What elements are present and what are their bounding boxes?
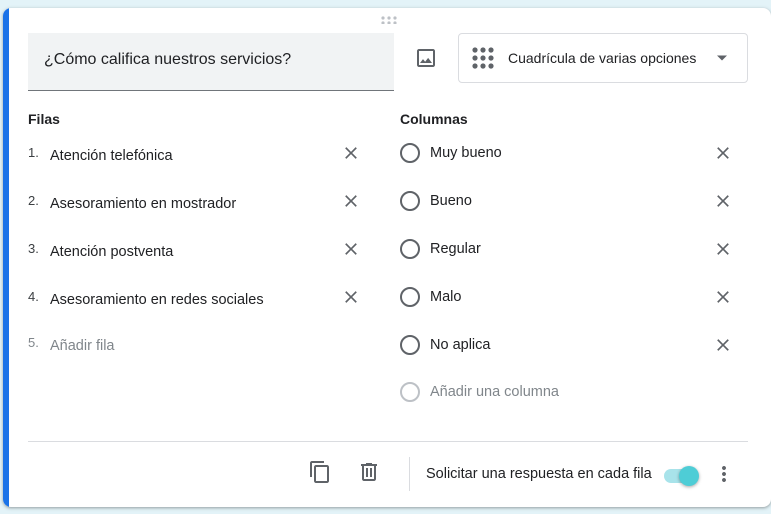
question-card: ¿Cómo califica nuestros servicios? Cuadr…: [3, 8, 771, 507]
column-item[interactable]: No aplica: [399, 334, 744, 358]
question-title-input[interactable]: ¿Cómo califica nuestros servicios?: [28, 33, 394, 91]
add-row-input[interactable]: Añadir fila: [50, 338, 114, 354]
column-item[interactable]: Regular: [399, 238, 744, 262]
grid-dots-icon: [472, 47, 494, 69]
column-label[interactable]: No aplica: [430, 337, 490, 353]
rows-heading: Filas: [28, 111, 60, 127]
row-item[interactable]: 3. Atención postventa: [28, 241, 368, 265]
row-number: 3.: [28, 241, 39, 256]
close-icon[interactable]: [713, 335, 733, 355]
close-icon[interactable]: [713, 143, 733, 163]
column-label[interactable]: Muy bueno: [430, 145, 502, 161]
drag-handle-icon[interactable]: [381, 16, 397, 24]
row-label[interactable]: Asesoramiento en redes sociales: [50, 292, 264, 308]
row-number: 5.: [28, 335, 39, 350]
close-icon[interactable]: [341, 143, 361, 163]
close-icon[interactable]: [341, 287, 361, 307]
question-type-select[interactable]: Cuadrícula de varias opciones: [458, 33, 748, 83]
row-item[interactable]: 2. Asesoramiento en mostrador: [28, 193, 368, 217]
trash-icon[interactable]: [357, 460, 381, 484]
row-number: 4.: [28, 289, 39, 304]
radio-icon: [400, 239, 420, 259]
add-row-item[interactable]: 5. Añadir fila: [28, 335, 368, 359]
require-response-label: Solicitar una respuesta en cada fila: [426, 466, 652, 482]
column-item[interactable]: Muy bueno: [399, 142, 744, 166]
radio-icon: [400, 191, 420, 211]
row-label[interactable]: Asesoramiento en mostrador: [50, 196, 236, 212]
radio-icon: [400, 382, 420, 402]
question-title-text: ¿Cómo califica nuestros servicios?: [44, 51, 292, 68]
row-number: 1.: [28, 145, 39, 160]
radio-icon: [400, 143, 420, 163]
column-label[interactable]: Malo: [430, 289, 461, 305]
close-icon[interactable]: [341, 191, 361, 211]
row-item[interactable]: 1. Atención telefónica: [28, 145, 368, 169]
more-vert-icon[interactable]: [712, 462, 736, 486]
copy-icon[interactable]: [308, 460, 332, 484]
close-icon[interactable]: [341, 239, 361, 259]
footer-divider: [28, 441, 748, 442]
close-icon[interactable]: [713, 191, 733, 211]
active-card-indicator: [3, 8, 9, 507]
footer-vertical-divider: [409, 457, 410, 491]
add-column-item[interactable]: Añadir una columna: [399, 381, 744, 405]
image-icon[interactable]: [414, 46, 438, 70]
column-label[interactable]: Regular: [430, 241, 481, 257]
add-column-input[interactable]: Añadir una columna: [430, 384, 559, 400]
column-label[interactable]: Bueno: [430, 193, 472, 209]
radio-icon: [400, 287, 420, 307]
question-type-label: Cuadrícula de varias opciones: [508, 50, 697, 66]
close-icon[interactable]: [713, 287, 733, 307]
columns-heading: Columnas: [400, 111, 468, 127]
close-icon[interactable]: [713, 239, 733, 259]
arrow-drop-down-icon: [717, 55, 727, 61]
column-item[interactable]: Bueno: [399, 190, 744, 214]
require-response-toggle[interactable]: [662, 464, 702, 486]
row-item[interactable]: 4. Asesoramiento en redes sociales: [28, 289, 368, 313]
row-label[interactable]: Atención telefónica: [50, 148, 173, 164]
row-number: 2.: [28, 193, 39, 208]
column-item[interactable]: Malo: [399, 286, 744, 310]
toggle-thumb: [679, 466, 699, 486]
row-label[interactable]: Atención postventa: [50, 244, 173, 260]
radio-icon: [400, 335, 420, 355]
